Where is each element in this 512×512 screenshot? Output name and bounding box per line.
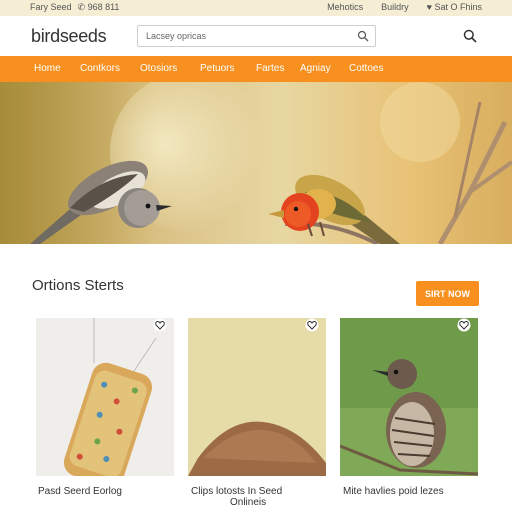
- shop-now-button[interactable]: SIRT NOW: [416, 281, 479, 306]
- heart-icon[interactable]: [153, 318, 167, 332]
- site-header: birdseeds: [0, 16, 512, 56]
- nav-item-2[interactable]: Contkors: [80, 63, 120, 74]
- section-title: Ortions Sterts: [32, 277, 124, 294]
- seed-bell-image: [36, 318, 174, 476]
- hero-image: [0, 82, 512, 244]
- product-caption-2[interactable]: Clips lotosts In Seed: [191, 486, 282, 497]
- heart-icon[interactable]: [305, 318, 319, 332]
- main-nav: Home Contkors Otosiors Petuors Fartes Ag…: [0, 56, 512, 82]
- product-caption-2-line2[interactable]: Onlineis: [230, 497, 266, 508]
- top-utility-bar: Fary Seed ✆ 968 811 Mehotics Buildry ♥ S…: [0, 0, 512, 16]
- product-card-2[interactable]: [188, 318, 326, 476]
- seed-pile-image: [188, 318, 326, 476]
- site-logo[interactable]: birdseeds: [31, 26, 107, 47]
- topbar-store-name: Fary Seed: [30, 2, 72, 12]
- topbar-link-2[interactable]: Buildry: [381, 2, 409, 12]
- hero-banner: [0, 82, 512, 244]
- nav-item-5[interactable]: Fartes: [256, 63, 284, 74]
- search-input[interactable]: [138, 26, 338, 46]
- product-card-3[interactable]: [340, 318, 478, 476]
- topbar-links: Mehotics Buildry ♥ Sat O Fhins: [327, 2, 482, 12]
- search-icon[interactable]: [357, 30, 369, 42]
- thrush-bird-image: [340, 318, 478, 476]
- topbar-left: Fary Seed ✆ 968 811: [30, 2, 119, 13]
- header-search-icon[interactable]: [463, 29, 477, 43]
- nav-item-3[interactable]: Otosiors: [140, 63, 177, 74]
- product-caption-1[interactable]: Pasd Seerd Eorlog: [38, 486, 122, 497]
- topbar-phone: ✆ 968 811: [77, 2, 120, 12]
- nav-item-home[interactable]: Home: [34, 63, 61, 74]
- nav-item-7[interactable]: Cottoes: [349, 63, 383, 74]
- product-caption-3[interactable]: Mite havlies poid lezes: [343, 486, 444, 497]
- topbar-link-3[interactable]: ♥ Sat O Fhins: [427, 2, 482, 12]
- topbar-link-1[interactable]: Mehotics: [327, 2, 363, 12]
- product-card-1[interactable]: [36, 318, 174, 476]
- nav-item-4[interactable]: Petuors: [200, 63, 234, 74]
- nav-item-6[interactable]: Agniay: [300, 63, 331, 74]
- search-box: [137, 25, 376, 47]
- heart-icon[interactable]: [457, 318, 471, 332]
